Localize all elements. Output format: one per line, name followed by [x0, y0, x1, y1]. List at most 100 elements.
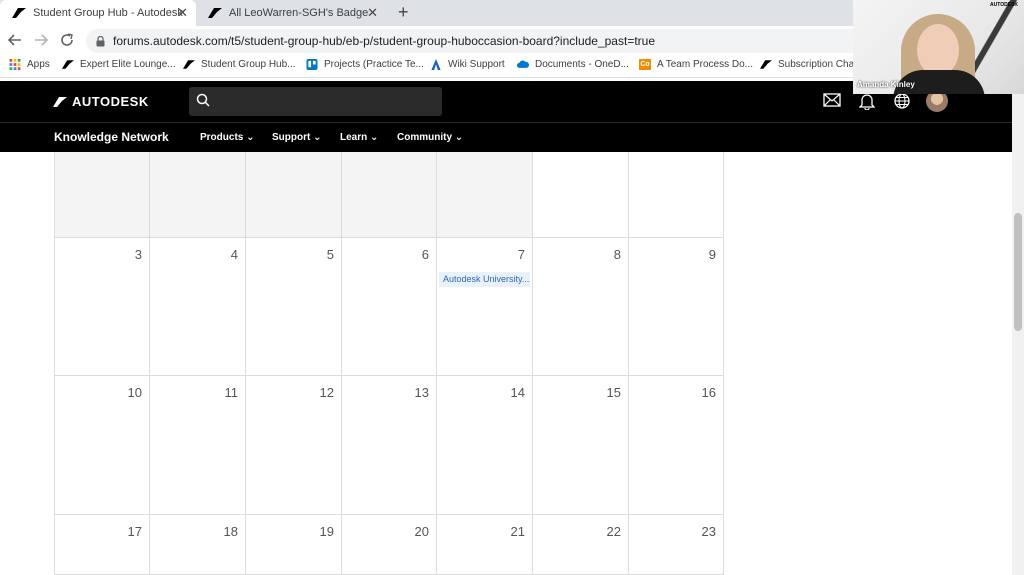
calendar-day-cell[interactable]: 5 [246, 238, 342, 376]
calendar-day-cell[interactable] [246, 152, 342, 238]
autodesk-logo[interactable]: AUTODESK [53, 94, 149, 109]
a-icon [431, 59, 441, 70]
nav-support[interactable]: Support ⌄ [272, 132, 322, 143]
calendar-day-cell[interactable] [629, 152, 724, 238]
calendar-day-cell[interactable]: 6 [342, 238, 437, 376]
reload-icon[interactable] [60, 33, 74, 47]
calendar-day-cell[interactable]: 19 [246, 515, 342, 575]
bookmark-documents-onedrive[interactable]: Documents - OneD... [517, 59, 629, 70]
chevron-down-icon: ⌄ [370, 132, 379, 143]
calendar-day-cell[interactable]: 13 [342, 376, 437, 515]
autodesk-icon [183, 60, 195, 69]
calendar-day-number: 11 [224, 385, 239, 400]
calendar-day-number: 15 [606, 385, 621, 400]
bookmark-label: Subscription Char [778, 59, 858, 70]
autodesk-logo-icon [53, 96, 67, 107]
calendar-day-cell[interactable]: 15 [533, 376, 629, 515]
bookmark-wiki-support[interactable]: Wiki Support [430, 59, 505, 70]
browser-tab-student-group-hub[interactable]: Student Group Hub - Autodesk C ✕ [0, 0, 196, 26]
forward-arrow-icon[interactable] [34, 33, 48, 47]
calendar-day-cell[interactable]: 12 [246, 376, 342, 515]
nav-products[interactable]: Products ⌄ [200, 132, 255, 143]
calendar-day-cell[interactable]: 21 [437, 515, 533, 575]
apps-grid-icon [9, 59, 21, 70]
calendar-day-number: 22 [606, 524, 621, 539]
webcam-logo: AUTODESK [990, 2, 1018, 8]
globe-icon[interactable] [894, 93, 910, 109]
site-search-input[interactable] [189, 87, 442, 116]
calendar-day-cell[interactable]: 17 [54, 515, 150, 575]
site-nav: Knowledge Network Products ⌄ Support ⌄ L… [0, 122, 1012, 152]
calendar-day-cell[interactable]: 9 [629, 238, 724, 376]
calendar-day-cell[interactable]: 20 [342, 515, 437, 575]
page-scrollbar[interactable] [1012, 81, 1024, 575]
bookmark-a-team-process[interactable]: Co A Team Process Do... [639, 59, 753, 70]
trello-icon [306, 59, 318, 70]
calendar-day-cell[interactable] [150, 152, 246, 238]
chevron-down-icon: ⌄ [313, 132, 322, 143]
calendar-day-number: 20 [414, 524, 429, 539]
calendar-day-number: 16 [701, 385, 716, 400]
calendar-day-number: 4 [230, 247, 238, 262]
calendar-day-number: 23 [701, 524, 716, 539]
mail-icon[interactable] [823, 93, 841, 107]
calendar-day-cell[interactable]: 14 [437, 376, 533, 515]
browser-tab-badges[interactable]: All LeoWarren-SGH's Badges - Au ✕ [196, 0, 386, 26]
calendar-day-number: 9 [708, 247, 716, 262]
autodesk-icon [760, 60, 772, 69]
calendar-day-number: 19 [319, 524, 334, 539]
close-tab-icon[interactable]: ✕ [177, 5, 188, 21]
address-bar[interactable]: forums.autodesk.com/t5/student-group-hub… [86, 29, 866, 53]
calendar-day-number: 14 [510, 385, 525, 400]
scrollbar-thumb[interactable] [1014, 213, 1022, 331]
calendar-day-cell[interactable]: 7 Autodesk University... [437, 238, 533, 376]
calendar-day-number: 10 [127, 385, 142, 400]
calendar-day-number: 7 [517, 247, 525, 262]
tab-title: All LeoWarren-SGH's Badges - Au [229, 7, 369, 19]
calendar-day-cell[interactable]: 16 [629, 376, 724, 515]
bookmark-expert-elite[interactable]: Expert Elite Lounge... [62, 59, 176, 70]
calendar-day-cell[interactable]: 11 [150, 376, 246, 515]
calendar-event[interactable]: Autodesk University... [439, 272, 530, 287]
search-icon [196, 93, 210, 107]
onedrive-icon [517, 60, 529, 68]
close-tab-icon[interactable]: ✕ [367, 5, 378, 21]
bookmark-label: Expert Elite Lounge... [80, 59, 176, 70]
bookmark-label: Documents - OneD... [535, 59, 629, 70]
nav-learn[interactable]: Learn ⌄ [340, 132, 378, 143]
calendar-day-cell[interactable] [437, 152, 533, 238]
webcam-overlay: AUTODESK Amanda Kinley [853, 0, 1024, 94]
calendar-day-number: 18 [223, 524, 238, 539]
calendar-day-cell[interactable] [342, 152, 437, 238]
knowledge-network-link[interactable]: Knowledge Network [54, 130, 169, 144]
chevron-down-icon: ⌄ [454, 132, 464, 143]
bookmark-label: Projects (Practice Te... [324, 59, 424, 70]
nav-community[interactable]: Community ⌄ [397, 132, 463, 143]
bell-icon[interactable] [859, 93, 875, 110]
bookmark-label: A Team Process Do... [657, 59, 753, 70]
back-arrow-icon[interactable] [8, 33, 22, 47]
bookmark-subscription[interactable]: Subscription Char [760, 59, 857, 70]
bookmark-label: Wiki Support [448, 59, 505, 70]
calendar-day-cell[interactable]: 10 [54, 376, 150, 515]
calendar-day-cell[interactable]: 8 [533, 238, 629, 376]
bookmark-projects[interactable]: Projects (Practice Te... [306, 59, 424, 70]
webcam-person-face [917, 24, 959, 76]
autodesk-icon [62, 60, 74, 69]
calendar-day-number: 8 [613, 247, 621, 262]
bookmark-student-group-hub[interactable]: Student Group Hub... [183, 59, 296, 70]
calendar-day-number: 6 [421, 247, 429, 262]
co-icon: Co [639, 59, 651, 70]
calendar-day-cell[interactable]: 18 [150, 515, 246, 575]
calendar-day-cell[interactable] [54, 152, 150, 238]
calendar-day-cell[interactable]: 22 [533, 515, 629, 575]
calendar-day-cell[interactable]: 4 [150, 238, 246, 376]
bookmark-apps[interactable]: Apps [9, 59, 50, 70]
new-tab-button[interactable]: + [398, 2, 409, 23]
lock-icon [96, 35, 105, 46]
logo-text: AUTODESK [72, 94, 149, 109]
calendar-day-cell[interactable] [533, 152, 629, 238]
calendar-day-cell[interactable]: 3 [54, 238, 150, 376]
calendar-day-cell[interactable]: 23 [629, 515, 724, 575]
webcam-participant-name: Amanda Kinley [857, 80, 915, 89]
